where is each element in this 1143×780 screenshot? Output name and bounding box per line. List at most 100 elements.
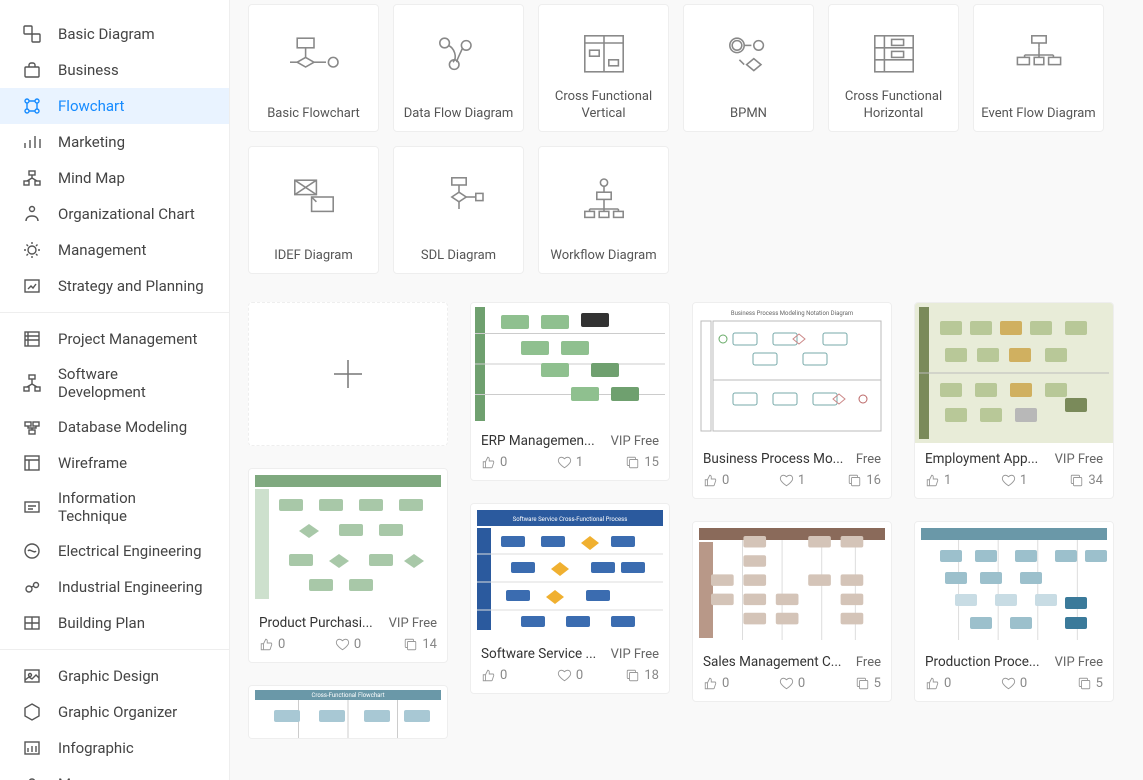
diagram-type-card[interactable]: BPMN	[683, 4, 814, 132]
template-title: ERP Managemen...	[481, 433, 595, 449]
template-card[interactable]: Business Process Modeling Notation Diagr…	[692, 302, 892, 499]
plus-icon	[328, 354, 368, 394]
template-card[interactable]: Employment App... VIP Free 1 1 34	[914, 302, 1114, 499]
basic-diagram-icon	[22, 24, 42, 44]
template-thumbnail	[693, 522, 891, 646]
sidebar-item-organizer[interactable]: Graphic Organizer	[0, 694, 229, 730]
diagram-type-card[interactable]: Workflow Diagram	[538, 146, 669, 274]
template-meta: Sales Management C... Free 0 0 5	[693, 646, 891, 701]
copy-icon	[625, 668, 640, 683]
sidebar-item-strategy[interactable]: Strategy and Planning	[0, 268, 229, 304]
like-stat: 0	[481, 455, 536, 470]
sidebar-item-label: Project Management	[58, 330, 197, 348]
sidebar-item-infographic[interactable]: Infographic	[0, 730, 229, 766]
template-thumbnail	[249, 469, 447, 607]
sidebar-item-software[interactable]: Software Development	[0, 357, 229, 409]
sidebar-item-label: Marketing	[58, 133, 125, 151]
template-badge: VIP Free	[389, 616, 437, 631]
sidebar-item-basic-diagram[interactable]: Basic Diagram	[0, 16, 229, 52]
template-title: Production Proce...	[925, 654, 1040, 670]
sidebar-item-map[interactable]: Map	[0, 766, 229, 780]
sidebar-item-wireframe[interactable]: Wireframe	[0, 445, 229, 481]
sidebar-item-label: Basic Diagram	[58, 25, 155, 43]
sidebar-item-label: Strategy and Planning	[58, 277, 204, 295]
diagram-type-thumb	[284, 169, 344, 225]
template-title: Employment App...	[925, 451, 1038, 467]
template-thumbnail	[471, 303, 669, 425]
sidebar-item-orgchart[interactable]: Organizational Chart	[0, 196, 229, 232]
template-badge: VIP Free	[611, 647, 659, 662]
sidebar-item-info[interactable]: Information Technique	[0, 481, 229, 533]
heart-icon	[557, 668, 572, 683]
heart-icon	[1001, 676, 1016, 691]
copy-icon	[403, 637, 418, 652]
business-icon	[22, 60, 42, 80]
diagram-type-card[interactable]: Basic Flowchart	[248, 4, 379, 132]
template-badge: VIP Free	[1055, 452, 1103, 467]
like-icon	[259, 637, 274, 652]
diagram-type-label: Basic Flowchart	[267, 106, 360, 123]
sidebar-item-flowchart[interactable]: Flowchart	[0, 88, 229, 124]
sidebar-item-label: Mind Map	[58, 169, 125, 187]
sidebar-item-project[interactable]: Project Management	[0, 321, 229, 357]
sidebar-item-database[interactable]: Database Modeling	[0, 409, 229, 445]
template-card[interactable]: Product Purchasi... VIP Free 0 0 14	[248, 468, 448, 663]
template-meta: ERP Managemen... VIP Free 0 1 15	[471, 425, 669, 480]
template-card[interactable]: Cross-Functional Flowchart	[248, 685, 448, 739]
main-content: Basic Flowchart Data Flow Diagram Cross Fu…	[230, 0, 1143, 780]
svg-text:Business Process Modeling Nota: Business Process Modeling Notation Diagr…	[731, 310, 853, 317]
like-stat: 1	[925, 473, 980, 488]
template-thumbnail	[915, 522, 1113, 646]
sidebar-item-management[interactable]: Management	[0, 232, 229, 268]
like-icon	[481, 455, 496, 470]
sidebar-item-label: Organizational Chart	[58, 205, 195, 223]
like-stat: 0	[925, 676, 980, 691]
graphicdesign-icon	[22, 666, 42, 686]
sidebar-item-graphicdesign[interactable]: Graphic Design	[0, 658, 229, 694]
diagram-type-card[interactable]: Event Flow Diagram	[973, 4, 1104, 132]
copy-icon	[1069, 473, 1084, 488]
new-blank-template[interactable]	[248, 302, 448, 446]
template-grid: Product Purchasi... VIP Free 0 0 14 Cros…	[248, 302, 1125, 739]
sidebar-item-mindmap[interactable]: Mind Map	[0, 160, 229, 196]
project-icon	[22, 329, 42, 349]
sidebar-item-marketing[interactable]: Marketing	[0, 124, 229, 160]
like-stat: 0	[703, 676, 758, 691]
copy-stat: 14	[382, 637, 437, 652]
info-icon	[22, 497, 42, 517]
diagram-type-card[interactable]: IDEF Diagram	[248, 146, 379, 274]
sidebar-item-label: Business	[58, 61, 119, 79]
software-icon	[22, 373, 42, 393]
diagram-type-card[interactable]: Cross Functional Vertical	[538, 4, 669, 132]
sidebar-item-building[interactable]: Building Plan	[0, 605, 229, 641]
diagram-type-thumb	[574, 169, 634, 225]
like-stat: 0	[703, 473, 758, 488]
template-card[interactable]: Production Proce... VIP Free 0 0 5	[914, 521, 1114, 702]
diagram-type-label: SDL Diagram	[421, 248, 496, 265]
flowchart-icon	[22, 96, 42, 116]
sidebar-item-label: Flowchart	[58, 97, 124, 115]
sidebar-item-electrical[interactable]: Electrical Engineering	[0, 533, 229, 569]
copy-stat: 5	[1048, 676, 1103, 691]
orgchart-icon	[22, 204, 42, 224]
sidebar-item-industrial[interactable]: Industrial Engineering	[0, 569, 229, 605]
diagram-type-thumb	[574, 27, 634, 83]
diagram-type-card[interactable]: Cross Functional Horizontal	[828, 4, 959, 132]
template-card[interactable]: Software Service Cross-Functional Proces…	[470, 503, 670, 694]
diagram-type-grid: Basic Flowchart Data Flow Diagram Cross Fu…	[248, 4, 1125, 274]
copy-stat: 15	[604, 455, 659, 470]
template-card[interactable]: ERP Managemen... VIP Free 0 1 15	[470, 302, 670, 481]
diagram-type-label: Event Flow Diagram	[981, 106, 1095, 123]
diagram-type-thumb	[1009, 27, 1069, 83]
template-card[interactable]: Sales Management C... Free 0 0 5	[692, 521, 892, 702]
sidebar-item-label: Graphic Organizer	[58, 703, 177, 721]
favorite-stat: 1	[986, 473, 1041, 488]
diagram-type-label: Data Flow Diagram	[404, 106, 514, 123]
heart-icon	[779, 676, 794, 691]
template-title: Software Service ...	[481, 646, 596, 662]
favorite-stat: 0	[542, 668, 597, 683]
diagram-type-card[interactable]: Data Flow Diagram	[393, 4, 524, 132]
diagram-type-card[interactable]: SDL Diagram	[393, 146, 524, 274]
template-title: Business Process Mo...	[703, 451, 843, 467]
sidebar-item-business[interactable]: Business	[0, 52, 229, 88]
